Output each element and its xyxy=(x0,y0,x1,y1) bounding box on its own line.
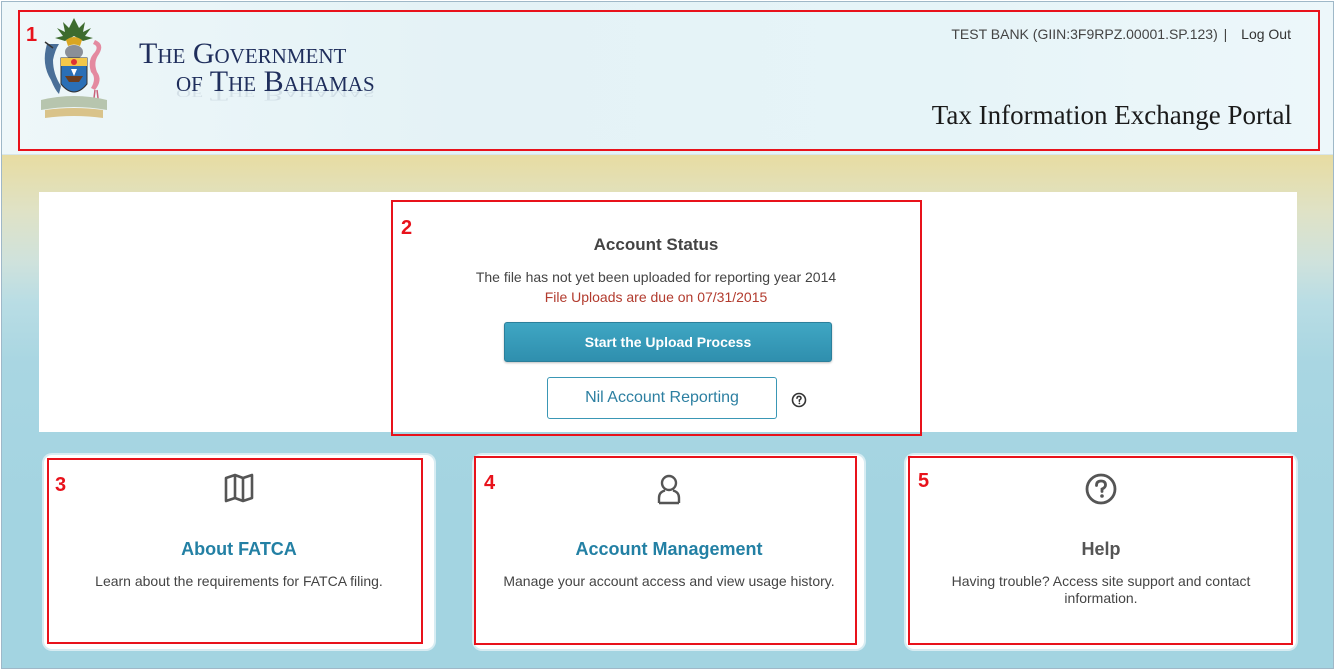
callout-box-3 xyxy=(47,458,423,644)
page-frame: The Government of The Bahamas of The Bah… xyxy=(1,1,1334,669)
callout-number-5: 5 xyxy=(918,470,930,492)
callout-number-2: 2 xyxy=(401,217,413,239)
callout-number-3: 3 xyxy=(55,474,67,496)
callout-number-4: 4 xyxy=(484,472,496,494)
callout-box-1 xyxy=(18,10,1320,151)
callout-number-1: 1 xyxy=(26,24,38,46)
callout-box-2 xyxy=(391,200,922,436)
callout-box-4 xyxy=(474,456,857,645)
callout-box-5 xyxy=(908,456,1293,645)
